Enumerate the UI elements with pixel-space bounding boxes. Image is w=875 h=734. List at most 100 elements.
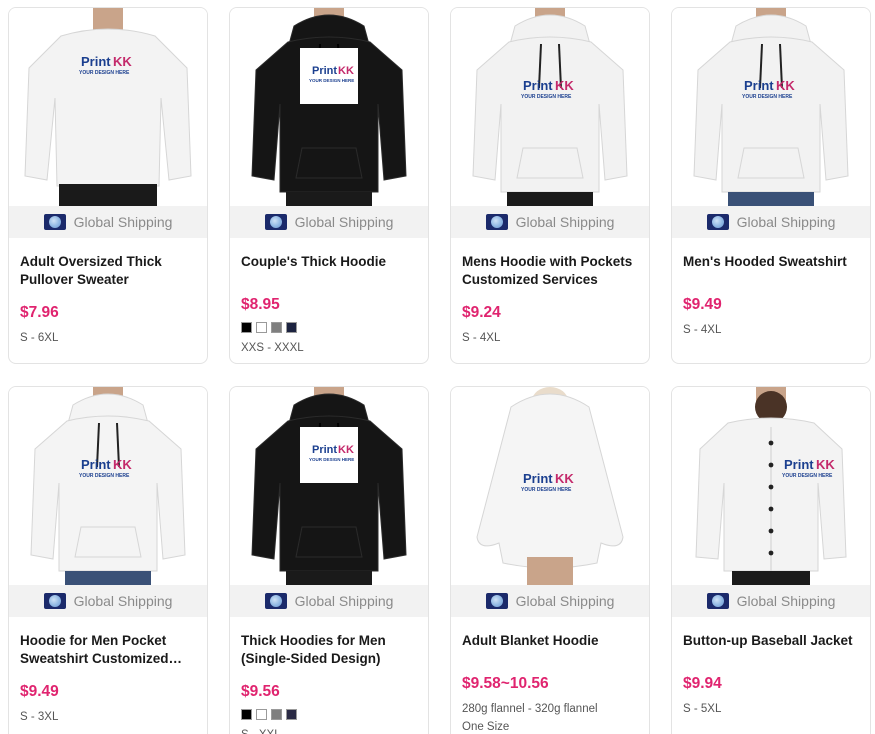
shipping-label: Global Shipping [73, 214, 173, 230]
product-info: Thick Hoodies for Men (Single-Sided Desi… [230, 617, 428, 734]
product-title[interactable]: Adult Oversized Thick Pullover Sweater [20, 253, 196, 289]
color-swatch[interactable] [271, 709, 282, 720]
svg-text:Print: Print [81, 54, 111, 69]
globe-flag-icon [706, 593, 729, 609]
product-image[interactable]: Print KK YOUR DESIGN HERE [672, 387, 870, 585]
product-title[interactable]: Couple's Thick Hoodie [241, 253, 417, 271]
product-grid: Print KK YOUR DESIGN HERE Global Shipping … [8, 7, 871, 734]
product-image[interactable]: Print KK YOUR DESIGN HERE [230, 8, 428, 206]
color-swatch[interactable] [256, 709, 267, 720]
product-image[interactable]: Print KK YOUR DESIGN HERE [451, 387, 649, 585]
color-swatch[interactable] [241, 709, 252, 720]
product-price: $9.56 [241, 683, 280, 700]
globe-flag-icon [264, 593, 287, 609]
color-swatch[interactable] [271, 322, 282, 333]
product-title[interactable]: Adult Blanket Hoodie [462, 632, 638, 650]
shipping-label: Global Shipping [294, 214, 394, 230]
product-info: Adult Blanket Hoodie $9.58~10.56 280g fl… [451, 617, 649, 734]
svg-text:Print: Print [523, 471, 553, 486]
product-image[interactable]: Print KK YOUR DESIGN HERE [230, 387, 428, 585]
product-price: $9.58~10.56 [462, 675, 549, 692]
size-range: XXS - XXXL [241, 342, 304, 354]
global-shipping-badge: Global Shipping [672, 585, 870, 617]
color-swatch[interactable] [256, 322, 267, 333]
product-card[interactable]: Print KK YOUR DESIGN HERE Global Shipping … [8, 7, 208, 364]
shipping-label: Global Shipping [736, 214, 836, 230]
product-title[interactable]: Hoodie for Men Pocket Sweatshirt Customi… [20, 632, 196, 668]
product-price: $9.49 [683, 296, 722, 313]
product-image[interactable]: Print KK YOUR DESIGN HERE [9, 387, 207, 585]
svg-text:KK: KK [555, 78, 574, 93]
color-swatch[interactable] [286, 709, 297, 720]
svg-text:Print: Print [312, 65, 337, 77]
shipping-label: Global Shipping [515, 593, 615, 609]
garment-illustration: Print KKYOUR DESIGN HERE [251, 8, 407, 206]
size-range: S - 4XL [462, 332, 501, 344]
global-shipping-badge: Global Shipping [451, 585, 649, 617]
product-title[interactable]: Mens Hoodie with Pockets Customized Serv… [462, 253, 638, 289]
product-card[interactable]: Print KK YOUR DESIGN HERE Global Shipping … [229, 7, 429, 364]
product-title[interactable]: Thick Hoodies for Men (Single-Sided Desi… [241, 632, 417, 668]
svg-text:KK: KK [338, 444, 354, 456]
global-shipping-badge: Global Shipping [9, 206, 207, 238]
svg-text:Print: Print [784, 457, 814, 472]
svg-text:YOUR DESIGN HERE: YOUR DESIGN HERE [742, 94, 793, 100]
size-range: 280g flannel - 320g flannel [462, 703, 598, 715]
product-info: Adult Oversized Thick Pullover Sweater $… [9, 238, 207, 346]
svg-text:Print: Print [744, 78, 774, 93]
product-info: Couple's Thick Hoodie $8.95 XXS - XXXL [230, 238, 428, 356]
globe-flag-icon [43, 593, 66, 609]
svg-text:KK: KK [113, 54, 132, 69]
garment-illustration: Print KKYOUR DESIGN HERE [30, 387, 186, 585]
shipping-label: Global Shipping [73, 593, 173, 609]
garment-illustration: Print KKYOUR DESIGN HERE [476, 387, 624, 585]
product-image[interactable]: Print KK YOUR DESIGN HERE [672, 8, 870, 206]
product-card[interactable]: Print KK YOUR DESIGN HERE Global Shipping … [8, 386, 208, 734]
size-range: S - 5XL [683, 703, 722, 715]
svg-text:KK: KK [555, 471, 574, 486]
product-card[interactable]: Print KK YOUR DESIGN HERE Global Shipping … [450, 7, 650, 364]
product-price: $8.95 [241, 296, 280, 313]
globe-flag-icon [706, 214, 729, 230]
svg-text:KK: KK [338, 65, 354, 77]
product-info: Hoodie for Men Pocket Sweatshirt Customi… [9, 617, 207, 725]
color-swatches [241, 322, 417, 333]
product-card[interactable]: Print KK YOUR DESIGN HERE Global Shipping … [671, 386, 871, 734]
product-info: Men's Hooded Sweatshirt $9.49 S - 4XL [672, 238, 870, 338]
svg-text:Print: Print [312, 444, 337, 456]
product-title[interactable]: Button-up Baseball Jacket [683, 632, 859, 650]
globe-flag-icon [43, 214, 66, 230]
product-price: $9.24 [462, 304, 501, 321]
product-card[interactable]: Print KK YOUR DESIGN HERE Global Shipping … [671, 7, 871, 364]
product-title[interactable]: Men's Hooded Sweatshirt [683, 253, 859, 271]
size-range: S - XXL [241, 727, 417, 734]
shipping-label: Global Shipping [736, 593, 836, 609]
svg-text:YOUR DESIGN HERE: YOUR DESIGN HERE [79, 473, 130, 479]
product-image[interactable]: Print KK YOUR DESIGN HERE [451, 8, 649, 206]
svg-text:KK: KK [776, 78, 795, 93]
global-shipping-badge: Global Shipping [672, 206, 870, 238]
global-shipping-badge: Global Shipping [230, 585, 428, 617]
svg-text:YOUR DESIGN HERE: YOUR DESIGN HERE [309, 457, 354, 462]
product-card[interactable]: Print KK YOUR DESIGN HERE Global Shipping … [450, 386, 650, 734]
svg-text:Print: Print [523, 78, 553, 93]
product-image[interactable]: Print KK YOUR DESIGN HERE [9, 8, 207, 206]
globe-flag-icon [485, 214, 508, 230]
globe-flag-icon [264, 214, 287, 230]
garment-illustration: Print KKYOUR DESIGN HERE [693, 8, 849, 206]
product-info: Mens Hoodie with Pockets Customized Serv… [451, 238, 649, 346]
svg-text:YOUR DESIGN HERE: YOUR DESIGN HERE [521, 487, 572, 493]
shipping-label: Global Shipping [515, 214, 615, 230]
size-range: S - 4XL [683, 324, 722, 336]
color-swatch[interactable] [286, 322, 297, 333]
global-shipping-badge: Global Shipping [9, 585, 207, 617]
product-card[interactable]: Print KK YOUR DESIGN HERE Global Shipping … [229, 386, 429, 734]
color-swatch[interactable] [241, 322, 252, 333]
globe-flag-icon [485, 593, 508, 609]
svg-text:Print: Print [81, 457, 111, 472]
product-price: $9.94 [683, 675, 722, 692]
global-shipping-badge: Global Shipping [451, 206, 649, 238]
global-shipping-badge: Global Shipping [230, 206, 428, 238]
svg-text:YOUR DESIGN HERE: YOUR DESIGN HERE [309, 78, 354, 83]
product-price: $7.96 [20, 304, 59, 321]
